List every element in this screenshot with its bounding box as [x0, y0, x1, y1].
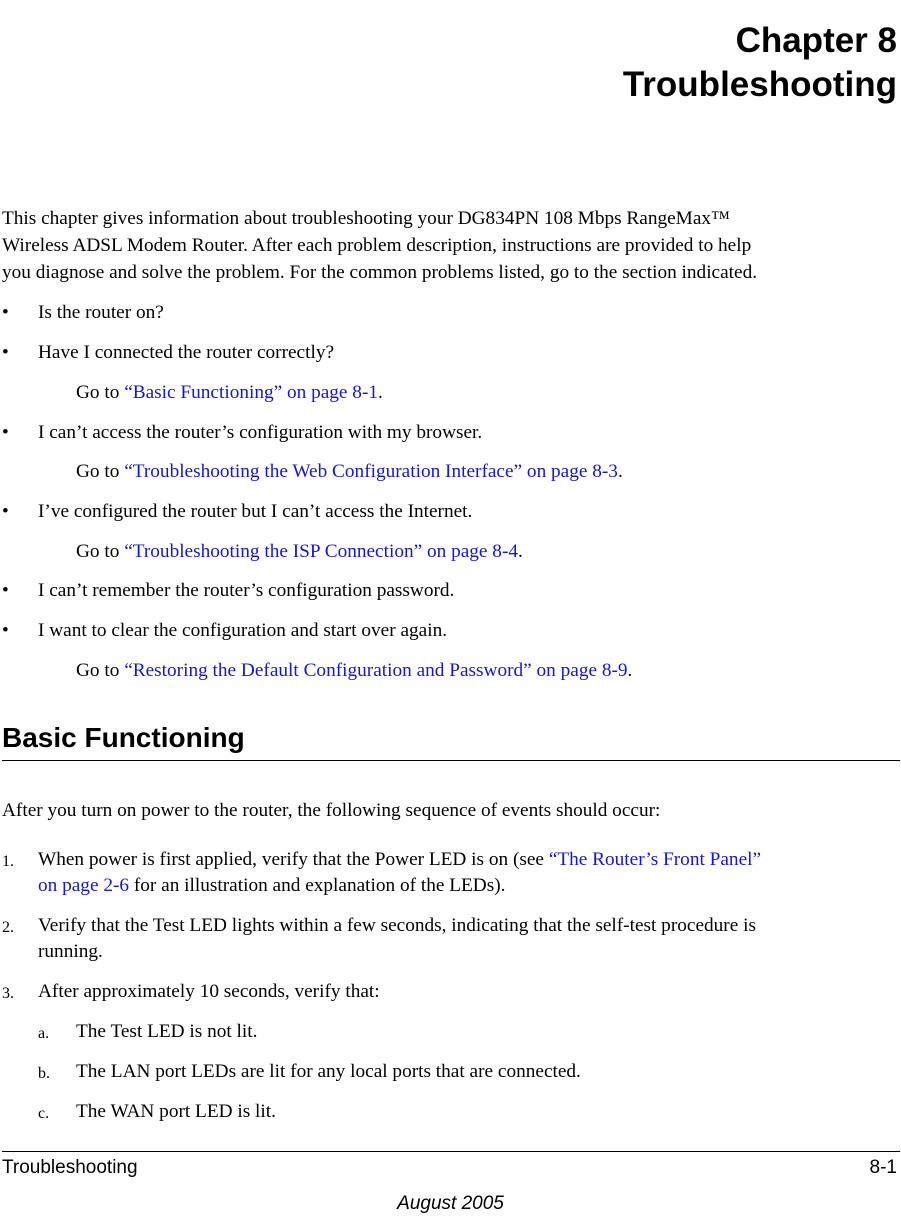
step-text: When power is first applied, verify that… [38, 846, 761, 873]
substep-text: The Test LED is not lit. [76, 1021, 258, 1042]
goto-suffix: . [627, 660, 633, 681]
footer-divider [2, 1151, 900, 1152]
problem-item: I can’t access the router’s configuratio… [38, 422, 483, 443]
goto-line: Go to “Troubleshooting the ISP Connectio… [76, 538, 523, 565]
chapter-title: Troubleshooting [622, 65, 897, 104]
step-text: After approximately 10 seconds, verify t… [38, 981, 380, 1002]
bullet-icon: • [2, 302, 9, 323]
link-restoring-default-configuration[interactable]: “Restoring the Default Configuration and… [124, 660, 627, 681]
goto-suffix: . [518, 541, 523, 562]
link-isp-connection[interactable]: “Troubleshooting the ISP Connection” on … [124, 541, 518, 562]
step-number: 1. [2, 853, 14, 870]
link-basic-functioning[interactable]: “Basic Functioning” on page 8-1 [124, 382, 378, 403]
step-number: 3. [2, 985, 14, 1002]
intro-line: you diagnose and solve the problem. For … [2, 262, 758, 283]
step-text-part: for an illustration and explanation of t… [129, 875, 506, 896]
section-heading: Basic Functioning [2, 722, 245, 753]
intro-line: Wireless ADSL Modem Router. After each p… [2, 235, 752, 256]
bullet-icon: • [2, 342, 9, 363]
problem-item: I’ve configured the router but I can’t a… [38, 501, 473, 522]
footer-chapter-name: Troubleshooting [2, 1157, 138, 1178]
bullet-icon: • [2, 501, 9, 522]
link-web-configuration-interface[interactable]: “Troubleshooting the Web Configuration I… [124, 461, 618, 482]
goto-line: Go to “Restoring the Default Configurati… [76, 657, 632, 684]
section-divider [2, 760, 900, 761]
step-number: 2. [2, 919, 14, 936]
chapter-number: Chapter 8 [735, 21, 897, 60]
bullet-icon: • [2, 422, 9, 443]
substep-text: The LAN port LEDs are lit for any local … [76, 1061, 581, 1082]
goto-prefix: Go to [76, 541, 125, 562]
goto-prefix: Go to [76, 382, 125, 403]
problem-item: Have I connected the router correctly? [38, 342, 335, 363]
goto-line: Go to “Basic Functioning” on page 8-1. [76, 379, 383, 406]
footer-page-number: 8-1 [869, 1157, 897, 1178]
intro-line: This chapter gives information about tro… [2, 208, 730, 229]
step-text: Verify that the Test LED lights within a… [38, 915, 756, 936]
footer-date: August 2005 [397, 1193, 504, 1214]
link-router-front-panel[interactable]: “The Router’s Front Panel” [549, 849, 761, 870]
substep-label: b. [38, 1065, 50, 1082]
substep-label: c. [38, 1105, 50, 1122]
goto-suffix: . [378, 382, 383, 403]
substep-label: a. [38, 1025, 50, 1042]
step-text: running. [38, 941, 103, 962]
step-text-part: When power is first applied, verify that… [38, 849, 549, 870]
section-lead: After you turn on power to the router, t… [2, 800, 661, 821]
bullet-icon: • [2, 580, 9, 601]
substep-text: The WAN port LED is lit. [76, 1101, 276, 1122]
link-page-2-6[interactable]: on page 2-6 [38, 875, 129, 896]
goto-prefix: Go to [76, 660, 125, 681]
intro-paragraph: This chapter gives information about tro… [2, 205, 898, 286]
problem-item: Is the router on? [38, 302, 164, 323]
problem-item: I want to clear the configuration and st… [38, 620, 448, 641]
step-text: on page 2-6 for an illustration and expl… [38, 872, 505, 899]
goto-suffix: . [617, 461, 623, 482]
goto-prefix: Go to [76, 461, 125, 482]
problem-item: I can’t remember the router’s configurat… [38, 580, 455, 601]
goto-line: Go to “Troubleshooting the Web Configura… [76, 458, 623, 485]
bullet-icon: • [2, 620, 9, 641]
